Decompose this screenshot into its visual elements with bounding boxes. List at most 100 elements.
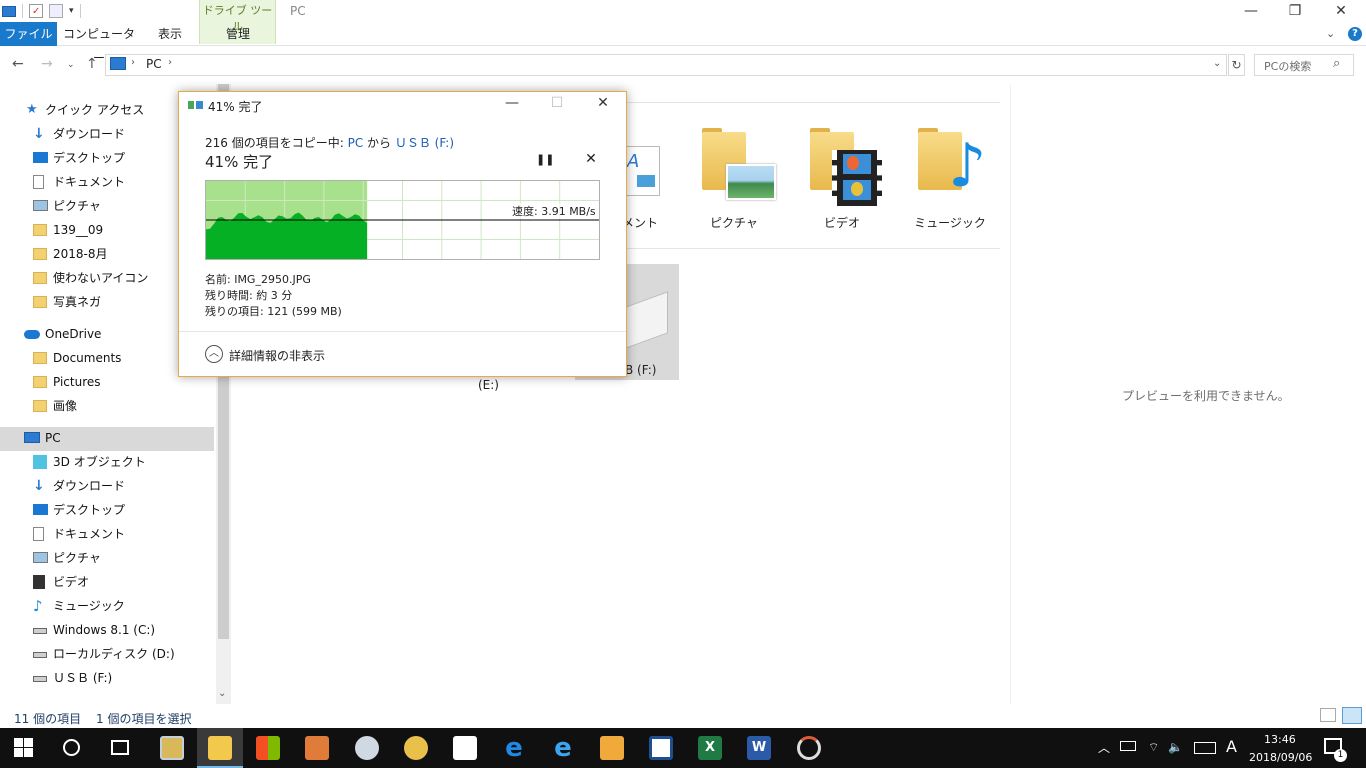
refresh-icon[interactable]: ↻ — [1228, 54, 1245, 76]
sidebar-item[interactable]: ビデオ — [0, 570, 214, 594]
quick-access-toolbar: ✓ ▾ — [0, 0, 81, 22]
edge-browser-icon[interactable]: e — [502, 735, 526, 761]
sidebar-item[interactable]: 画像 — [0, 394, 214, 418]
drive-icon — [33, 676, 47, 682]
chevron-right-icon[interactable]: › — [131, 57, 135, 68]
file-explorer-app-icon[interactable] — [208, 736, 232, 760]
screen-capture-app-icon[interactable] — [797, 736, 821, 760]
clock-date[interactable]: 2018/09/06 — [1249, 751, 1312, 764]
cloud-icon — [24, 330, 40, 339]
dialog-close-button[interactable]: ✕ — [588, 95, 618, 115]
japanese-input-app-icon[interactable] — [649, 736, 673, 760]
computer-icon[interactable] — [2, 5, 16, 17]
word-app-icon[interactable]: W — [747, 736, 771, 760]
sidebar-item[interactable]: Windows 8.1 (C:) — [0, 618, 214, 642]
minimize-button[interactable]: — — [1228, 0, 1274, 22]
drive-icon — [33, 652, 47, 658]
sidebar-item[interactable]: デスクトップ — [0, 498, 214, 522]
volume-muted-icon[interactable]: 🔈 — [1168, 740, 1183, 754]
from-word: から — [363, 136, 395, 150]
copying-description: 216 個の項目をコピー中: PC から ＵＳＢ (F:) — [205, 134, 454, 151]
tab-file[interactable]: ファイル — [0, 22, 57, 46]
close-button[interactable]: ✕ — [1318, 0, 1364, 22]
palette-app-icon[interactable] — [404, 736, 428, 760]
excel-app-icon[interactable]: X — [698, 736, 722, 760]
destination-link[interactable]: ＵＳＢ (F:) — [395, 136, 454, 150]
sidebar-item[interactable]: ↓ ダウンロード — [0, 474, 214, 498]
group-divider — [626, 248, 1000, 249]
paint-app-icon[interactable] — [355, 736, 379, 760]
cancel-copy-button[interactable]: ✕ — [583, 151, 599, 169]
sticky-notes-app-icon[interactable] — [453, 736, 477, 760]
folder-icon — [33, 296, 47, 308]
cortana-search-icon[interactable] — [63, 739, 80, 756]
sidebar-item-pc[interactable]: PC — [0, 426, 214, 450]
selected-count: 1 個の項目を選択 — [96, 712, 192, 726]
document-icon — [33, 527, 44, 541]
chevron-up-icon[interactable]: ︿ — [205, 345, 223, 363]
tab-computer[interactable]: コンピューター — [62, 22, 136, 65]
show-hidden-icons-icon[interactable]: ︿ — [1098, 739, 1110, 756]
sidebar-item-label: ダウンロード — [53, 479, 126, 493]
folder-icon — [33, 272, 47, 284]
fewer-details-link[interactable]: 詳細情報の非表示 — [229, 347, 325, 364]
search-icon[interactable]: ⌕ — [1333, 56, 1340, 71]
sidebar-item[interactable]: ピクチャ — [0, 546, 214, 570]
source-link[interactable]: PC — [348, 136, 364, 150]
large-icons-view-icon[interactable] — [1342, 707, 1362, 724]
pause-button[interactable]: ❚❚ — [536, 153, 554, 169]
landscape-thumbnail — [726, 164, 776, 200]
music-icon: ♪ — [33, 597, 43, 615]
dialog-maximize-button[interactable]: ☐ — [542, 95, 572, 115]
file-name-line: 名前: IMG_2950.JPG — [205, 273, 311, 286]
windows-start-icon[interactable] — [14, 738, 34, 758]
wifi-icon[interactable]: ⌔ — [1148, 740, 1159, 755]
clock-time[interactable]: 13:46 — [1264, 733, 1296, 746]
address-dropdown-icon[interactable]: ⌄ — [1213, 58, 1221, 69]
transfer-speed-graph — [205, 180, 600, 260]
keyboard-icon[interactable] — [1194, 742, 1216, 754]
ime-mode-indicator[interactable]: A — [1226, 737, 1237, 756]
film-strip-icon — [832, 150, 882, 206]
forward-arrow-icon[interactable]: → — [41, 56, 53, 72]
sidebar-item[interactable]: ＵＳＢ (F:) — [0, 666, 214, 690]
chevron-right-icon[interactable]: › — [168, 57, 172, 68]
sidebar-item[interactable]: ローカルディスク (D:) — [0, 642, 214, 666]
sidebar-item[interactable]: ドキュメント — [0, 522, 214, 546]
restore-button[interactable]: ❐ — [1272, 0, 1318, 22]
computer-icon — [24, 432, 40, 443]
recent-locations-icon[interactable]: ⌄ — [67, 60, 75, 70]
dialog-minimize-button[interactable]: — — [497, 95, 527, 115]
properties-icon[interactable]: ✓ — [29, 4, 43, 18]
photo-viewer-app-icon[interactable] — [160, 736, 184, 760]
address-bar[interactable] — [105, 54, 1227, 76]
scroll-down-arrow-icon[interactable]: ⌄ — [218, 688, 226, 699]
details-view-icon[interactable] — [1320, 708, 1336, 722]
help-icon[interactable]: ? — [1348, 27, 1362, 41]
drive-e-label[interactable]: (E:) — [478, 378, 499, 392]
download-icon: ↓ — [33, 478, 45, 494]
sidebar-item-label: PC — [45, 431, 61, 445]
tab-manage[interactable]: 管理 — [201, 22, 275, 46]
up-arrow-icon[interactable]: ↑ — [86, 56, 98, 72]
toolbox-app-icon[interactable] — [305, 736, 329, 760]
tab-view[interactable]: 表示 — [150, 22, 190, 46]
internet-explorer-icon[interactable]: e — [551, 735, 575, 761]
sidebar-item-label: OneDrive — [45, 327, 102, 341]
folder-icon — [33, 400, 47, 412]
task-view-icon[interactable] — [111, 740, 129, 755]
separator — [22, 4, 23, 18]
sidebar-item-label: Documents — [53, 351, 122, 365]
new-folder-icon[interactable] — [49, 4, 63, 18]
battery-icon[interactable] — [1120, 741, 1136, 751]
ribbon-expand-icon[interactable]: ⌄ — [1326, 27, 1335, 40]
address-path[interactable]: PC — [146, 57, 162, 71]
sidebar-item[interactable]: 3D オブジェクト — [0, 450, 214, 474]
app-launcher-icon[interactable] — [600, 736, 624, 760]
folder-icon — [33, 352, 47, 364]
sidebar-item-label: デスクトップ — [53, 503, 126, 517]
sidebar-item[interactable]: ♪ ミュージック — [0, 594, 214, 618]
store-app-icon[interactable] — [256, 736, 280, 760]
back-arrow-icon[interactable]: ← — [12, 56, 24, 72]
qat-dropdown-icon[interactable]: ▾ — [69, 6, 74, 16]
